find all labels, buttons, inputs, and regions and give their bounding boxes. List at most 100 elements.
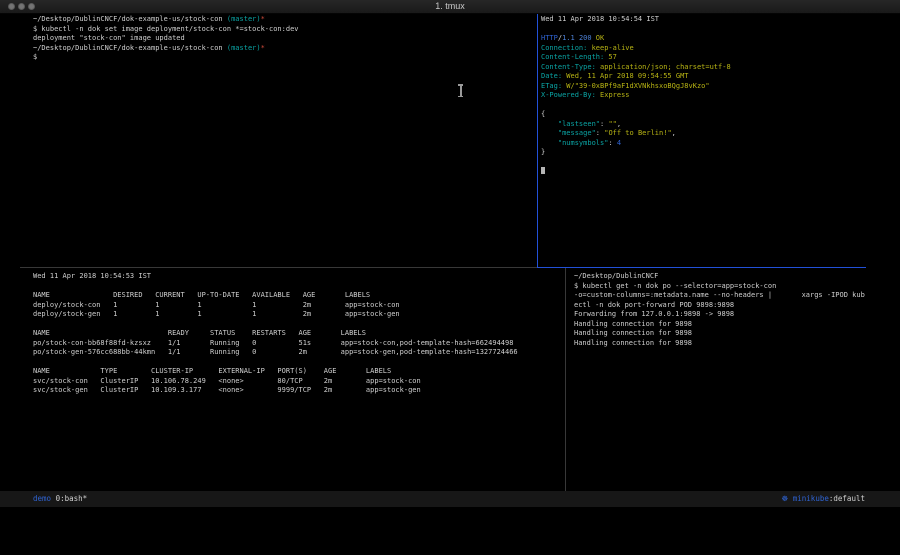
json-row: "message": "Off to Berlin!", (541, 129, 731, 139)
status-left: demo 0:bash* (33, 491, 87, 507)
git-branch: (master) (227, 44, 261, 52)
header-value: Wed, 11 Apr 2018 09:54:55 GMT (562, 72, 688, 80)
json-open-brace: { (541, 110, 731, 120)
header-name: Content-Type: (541, 63, 596, 71)
json-value: "Off to Berlin!" (604, 129, 671, 137)
timestamp: Wed 11 Apr 2018 10:54:54 IST (541, 15, 731, 25)
json-comma: , (672, 129, 676, 137)
http-header: Content-Type: application/json; charset=… (541, 63, 731, 73)
json-separator: : (596, 129, 604, 137)
json-close-brace: } (541, 148, 731, 158)
header-value: 57 (604, 53, 617, 61)
http-status-reason: OK (592, 34, 605, 42)
http-header: Content-Length: 57 (541, 53, 731, 63)
table-row: svc/stock-gen ClusterIP 10.109.3.177 <no… (33, 386, 518, 396)
terminal-line (541, 25, 731, 35)
terminal-line (33, 358, 518, 368)
http-header: Date: Wed, 11 Apr 2018 09:54:55 GMT (541, 72, 731, 82)
terminal-line (33, 282, 518, 292)
services-table-header: NAME TYPE CLUSTER-IP EXTERNAL-IP PORT(S)… (33, 367, 518, 377)
pane-divider-horizontal-right[interactable] (537, 267, 866, 268)
terminal-line-command: -o=custom-columns=:metadata.name --no-he… (574, 291, 865, 301)
terminal-prompt: $ (33, 53, 299, 63)
table-row: po/stock-gen-576cc688bb-44kmn 1/1 Runnin… (33, 348, 518, 358)
git-branch: (master) (227, 15, 261, 23)
table-row: po/stock-con-bb68f88fd-kzsxz 1/1 Running… (33, 339, 518, 349)
timestamp: Wed 11 Apr 2018 10:54:53 IST (33, 272, 518, 282)
traffic-lights (8, 3, 35, 10)
status-right: ☸ minikube:default (782, 491, 866, 507)
terminal-line-output: deployment "stock-con" image updated (33, 34, 299, 44)
pods-table-header: NAME READY STATUS RESTARTS AGE LABELS (33, 329, 518, 339)
json-row: "numsymbols": 4 (541, 139, 731, 149)
json-value: 4 (617, 139, 621, 147)
header-value: W/"39-0xBPf9aF1dXVNkhsxoBQgJ8vKzo" (562, 82, 710, 90)
deployments-table-header: NAME DESIRED CURRENT UP-TO-DATE AVAILABL… (33, 291, 518, 301)
terminal-line: ~/Desktop/DublinCNCF/dok-example-us/stoc… (33, 15, 299, 25)
close-button[interactable] (8, 3, 15, 10)
terminal-line (541, 158, 731, 168)
header-name: Date: (541, 72, 562, 80)
terminal-line-output: Handling connection for 9898 (574, 339, 865, 349)
text-ibeam-pointer (457, 84, 464, 97)
http-header: ETag: W/"39-0xBPf9aF1dXVNkhsxoBQgJ8vKzo" (541, 82, 731, 92)
terminal-line-command: $ kubectl get -n dok po --selector=app=s… (574, 282, 865, 292)
http-header: X-Powered-By: Express (541, 91, 731, 101)
prompt-path: ~/Desktop/DublinCNCF/dok-example-us/stoc… (33, 15, 227, 23)
table-row: deploy/stock-con 1 1 1 1 2m app=stock-co… (33, 301, 518, 311)
header-value: keep-alive (587, 44, 633, 52)
terminal-line-output: Handling connection for 9898 (574, 329, 865, 339)
json-key: "numsymbols" (541, 139, 608, 147)
json-comma: , (617, 120, 621, 128)
json-key: "message" (541, 129, 596, 137)
json-value: "" (608, 120, 616, 128)
minimize-button[interactable] (18, 3, 25, 10)
kube-context: minikube (793, 494, 829, 503)
header-name: ETag: (541, 82, 562, 90)
git-dirty-flag: * (261, 15, 265, 23)
pane-divider-vertical-bottom[interactable] (565, 268, 566, 491)
table-row: deploy/stock-gen 1 1 1 1 2m app=stock-ge… (33, 310, 518, 320)
session-name: demo (33, 494, 51, 503)
header-name: Content-Length: (541, 53, 604, 61)
terminal-line-output: Handling connection for 9898 (574, 320, 865, 330)
prompt-path: ~/Desktop/DublinCNCF (574, 272, 865, 282)
json-row: "lastseen": "", (541, 120, 731, 130)
title-bar[interactable]: 1. tmux (0, 0, 900, 14)
maximize-button[interactable] (28, 3, 35, 10)
header-name: Connection: (541, 44, 587, 52)
tmux-status-bar: demo 0:bash* ☸ minikube:default (0, 491, 900, 507)
terminal-line-command: ectl -n dok port-forward POD 9898:9898 (574, 301, 865, 311)
http-status-code: 200 (575, 34, 592, 42)
json-separator: : (608, 139, 616, 147)
desktop: 1. tmux ~/Desktop/DublinCNCF/dok-example… (0, 0, 900, 555)
terminal-content: ~/Desktop/DublinCNCF/dok-example-us/stoc… (0, 14, 900, 491)
terminal-line: ~/Desktop/DublinCNCF/dok-example-us/stoc… (33, 44, 299, 54)
http-version: 1.1 (562, 34, 575, 42)
terminal-line (33, 320, 518, 330)
table-row: svc/stock-con ClusterIP 10.106.78.249 <n… (33, 377, 518, 387)
terminal-line-command: $ kubectl -n dok set image deployment/st… (33, 25, 299, 35)
json-key: "lastseen" (541, 120, 600, 128)
pane-port-forward[interactable]: ~/Desktop/DublinCNCF $ kubectl get -n do… (574, 272, 865, 348)
pane-shell-set-image[interactable]: ~/Desktop/DublinCNCF/dok-example-us/stoc… (33, 15, 299, 63)
git-dirty-flag: * (261, 44, 265, 52)
pane-divider-vertical-top[interactable] (537, 14, 538, 267)
header-name: X-Powered-By: (541, 91, 596, 99)
terminal-line (541, 101, 731, 111)
http-header: Connection: keep-alive (541, 44, 731, 54)
terminal-line-output: Forwarding from 127.0.0.1:9898 -> 9898 (574, 310, 865, 320)
header-value: Express (596, 91, 630, 99)
pane-kubectl-get[interactable]: Wed 11 Apr 2018 10:54:53 IST NAME DESIRE… (33, 272, 518, 396)
window-tab[interactable]: 0:bash* (56, 494, 88, 503)
kube-namespace: :default (829, 494, 865, 503)
terminal-cursor (541, 167, 545, 174)
pane-http-response[interactable]: Wed 11 Apr 2018 10:54:54 IST HTTP/1.1 20… (541, 15, 731, 178)
prompt-path: ~/Desktop/DublinCNCF/dok-example-us/stoc… (33, 44, 227, 52)
http-status-line: HTTP/1.1 200 OK (541, 34, 731, 44)
http-protocol: HTTP (541, 34, 558, 42)
header-value: application/json; charset=utf-8 (596, 63, 731, 71)
window-title: 1. tmux (0, 0, 900, 13)
pane-divider-horizontal-left[interactable] (20, 267, 537, 268)
terminal-line (541, 167, 731, 178)
